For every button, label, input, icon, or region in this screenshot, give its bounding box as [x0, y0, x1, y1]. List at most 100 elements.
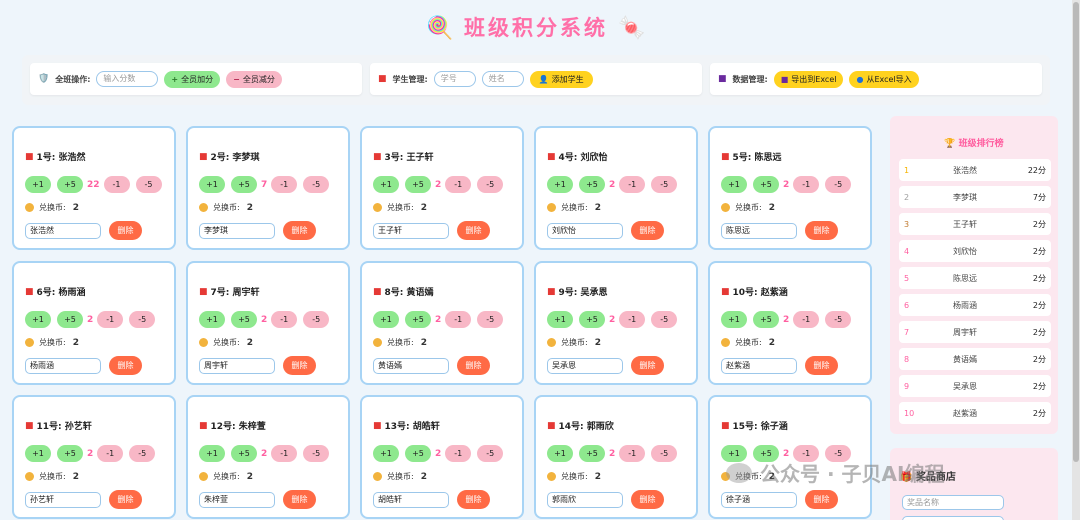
delete-button[interactable]: 删除 — [109, 490, 142, 509]
plus-one-button[interactable]: +1 — [547, 311, 573, 328]
delete-button[interactable]: 删除 — [631, 356, 664, 375]
score-controls: +1 +5 2 -1 -5 — [199, 311, 330, 328]
plus-five-button[interactable]: +5 — [753, 176, 779, 193]
minus-one-button[interactable]: -1 — [619, 445, 646, 462]
plus-five-button[interactable]: +5 — [231, 176, 257, 193]
delete-button[interactable]: 删除 — [457, 356, 490, 375]
plus-five-button[interactable]: +5 — [405, 445, 431, 462]
minus-five-button[interactable]: -5 — [477, 176, 504, 193]
student-name-input[interactable]: 刘欣怡 — [547, 223, 623, 239]
plus-one-button[interactable]: +1 — [721, 311, 747, 328]
plus-one-button[interactable]: +1 — [199, 311, 225, 328]
student-name-input[interactable]: 黄语嫣 — [373, 358, 449, 374]
import-excel-button[interactable]: ● 从Excel导入 — [849, 70, 919, 88]
coins-label: 兑换币: — [561, 338, 588, 347]
plus-one-button[interactable]: +1 — [25, 176, 51, 193]
delete-button[interactable]: 删除 — [109, 221, 142, 240]
minus-five-button[interactable]: -5 — [477, 445, 504, 462]
minus-five-button[interactable]: -5 — [303, 311, 330, 328]
plus-five-button[interactable]: +5 — [57, 445, 83, 462]
minus-five-button[interactable]: -5 — [825, 176, 852, 193]
minus-one-button[interactable]: -1 — [445, 311, 472, 328]
prize-name-input[interactable]: 奖品名称 — [902, 495, 1004, 510]
plus-one-button[interactable]: +1 — [547, 445, 573, 462]
delete-button[interactable]: 删除 — [631, 221, 664, 240]
plus-five-button[interactable]: +5 — [405, 311, 431, 328]
student-name-input[interactable]: 郭雨欣 — [547, 492, 623, 508]
delete-button[interactable]: 删除 — [283, 356, 316, 375]
export-excel-button[interactable]: ■ 导出到Excel — [773, 70, 844, 88]
student-name-input[interactable]: 张浩然 — [25, 223, 101, 239]
student-name-input[interactable]: 周宇轩 — [199, 358, 275, 374]
add-all-button[interactable]: + 全员加分 — [164, 70, 221, 88]
plus-five-button[interactable]: +5 — [231, 445, 257, 462]
student-name-input[interactable]: 孙艺轩 — [25, 492, 101, 508]
minus-one-button[interactable]: -1 — [271, 445, 298, 462]
prize-cost-input[interactable] — [902, 516, 1004, 520]
minus-one-button[interactable]: -1 — [271, 176, 298, 193]
subtract-all-button[interactable]: − 全员减分 — [226, 70, 282, 88]
student-id-input[interactable]: 学号 — [433, 71, 476, 87]
student-name-input[interactable]: 朱梓萱 — [199, 492, 275, 508]
plus-five-button[interactable]: +5 — [405, 176, 431, 193]
plus-one-button[interactable]: +1 — [373, 311, 399, 328]
minus-one-button[interactable]: -1 — [619, 311, 646, 328]
plus-one-button[interactable]: +1 — [25, 445, 51, 462]
add-student-button[interactable]: 👤 添加学生 — [529, 70, 593, 88]
student-name-input[interactable]: 吴承恩 — [547, 358, 623, 374]
plus-one-button[interactable]: +1 — [25, 311, 51, 328]
minus-five-button[interactable]: -5 — [129, 445, 156, 462]
student-name-input[interactable]: 赵紫涵 — [721, 358, 797, 374]
minus-five-button[interactable]: -5 — [651, 445, 678, 462]
plus-five-button[interactable]: +5 — [579, 311, 605, 328]
student-name-input[interactable]: 姓名 — [481, 71, 524, 87]
page-scrollbar[interactable] — [1072, 0, 1080, 520]
minus-one-button[interactable]: -1 — [793, 311, 820, 328]
plus-one-button[interactable]: +1 — [373, 445, 399, 462]
minus-one-button[interactable]: -1 — [445, 176, 472, 193]
plus-one-button[interactable]: +1 — [199, 176, 225, 193]
delete-button[interactable]: 删除 — [283, 221, 316, 240]
student-name-input[interactable]: 杨雨涵 — [25, 358, 101, 374]
minus-five-button[interactable]: -5 — [303, 176, 330, 193]
student-name-input[interactable]: 胡皓轩 — [373, 492, 449, 508]
delete-button[interactable]: 删除 — [283, 490, 316, 509]
student-name-input[interactable]: 王子轩 — [373, 223, 449, 239]
minus-five-button[interactable]: -5 — [651, 176, 678, 193]
delete-button[interactable]: 删除 — [631, 490, 664, 509]
plus-one-button[interactable]: +1 — [373, 176, 399, 193]
minus-one-button[interactable]: -1 — [619, 176, 646, 193]
delete-button[interactable]: 删除 — [109, 356, 142, 375]
minus-five-button[interactable]: -5 — [135, 176, 162, 193]
minus-one-button[interactable]: -1 — [97, 445, 124, 462]
delete-button[interactable]: 删除 — [457, 221, 490, 240]
plus-five-button[interactable]: +5 — [57, 176, 83, 193]
plus-five-button[interactable]: +5 — [231, 311, 257, 328]
minus-five-button[interactable]: -5 — [651, 311, 678, 328]
minus-one-button[interactable]: -1 — [103, 176, 130, 193]
delete-button[interactable]: 删除 — [457, 490, 490, 509]
delete-button[interactable]: 删除 — [805, 221, 838, 240]
student-name-input[interactable]: 陈思远 — [721, 223, 797, 239]
minus-one-button[interactable]: -1 — [445, 445, 472, 462]
scrollbar-thumb[interactable] — [1073, 2, 1079, 462]
minus-one-button[interactable]: -1 — [271, 311, 298, 328]
delete-button[interactable]: 删除 — [805, 490, 838, 509]
plus-one-button[interactable]: +1 — [547, 176, 573, 193]
minus-five-button[interactable]: -5 — [303, 445, 330, 462]
delete-button[interactable]: 删除 — [805, 356, 838, 375]
plus-five-button[interactable]: +5 — [753, 311, 779, 328]
minus-five-button[interactable]: -5 — [129, 311, 156, 328]
minus-one-button[interactable]: -1 — [793, 176, 820, 193]
student-name-input[interactable]: 徐子涵 — [721, 492, 797, 508]
plus-five-button[interactable]: +5 — [579, 176, 605, 193]
student-name-input[interactable]: 李梦琪 — [199, 223, 275, 239]
minus-one-button[interactable]: -1 — [97, 311, 124, 328]
minus-five-button[interactable]: -5 — [477, 311, 504, 328]
score-input[interactable]: 输入分数 — [96, 71, 159, 87]
plus-five-button[interactable]: +5 — [57, 311, 83, 328]
plus-one-button[interactable]: +1 — [721, 176, 747, 193]
plus-one-button[interactable]: +1 — [199, 445, 225, 462]
minus-five-button[interactable]: -5 — [825, 311, 852, 328]
plus-five-button[interactable]: +5 — [579, 445, 605, 462]
